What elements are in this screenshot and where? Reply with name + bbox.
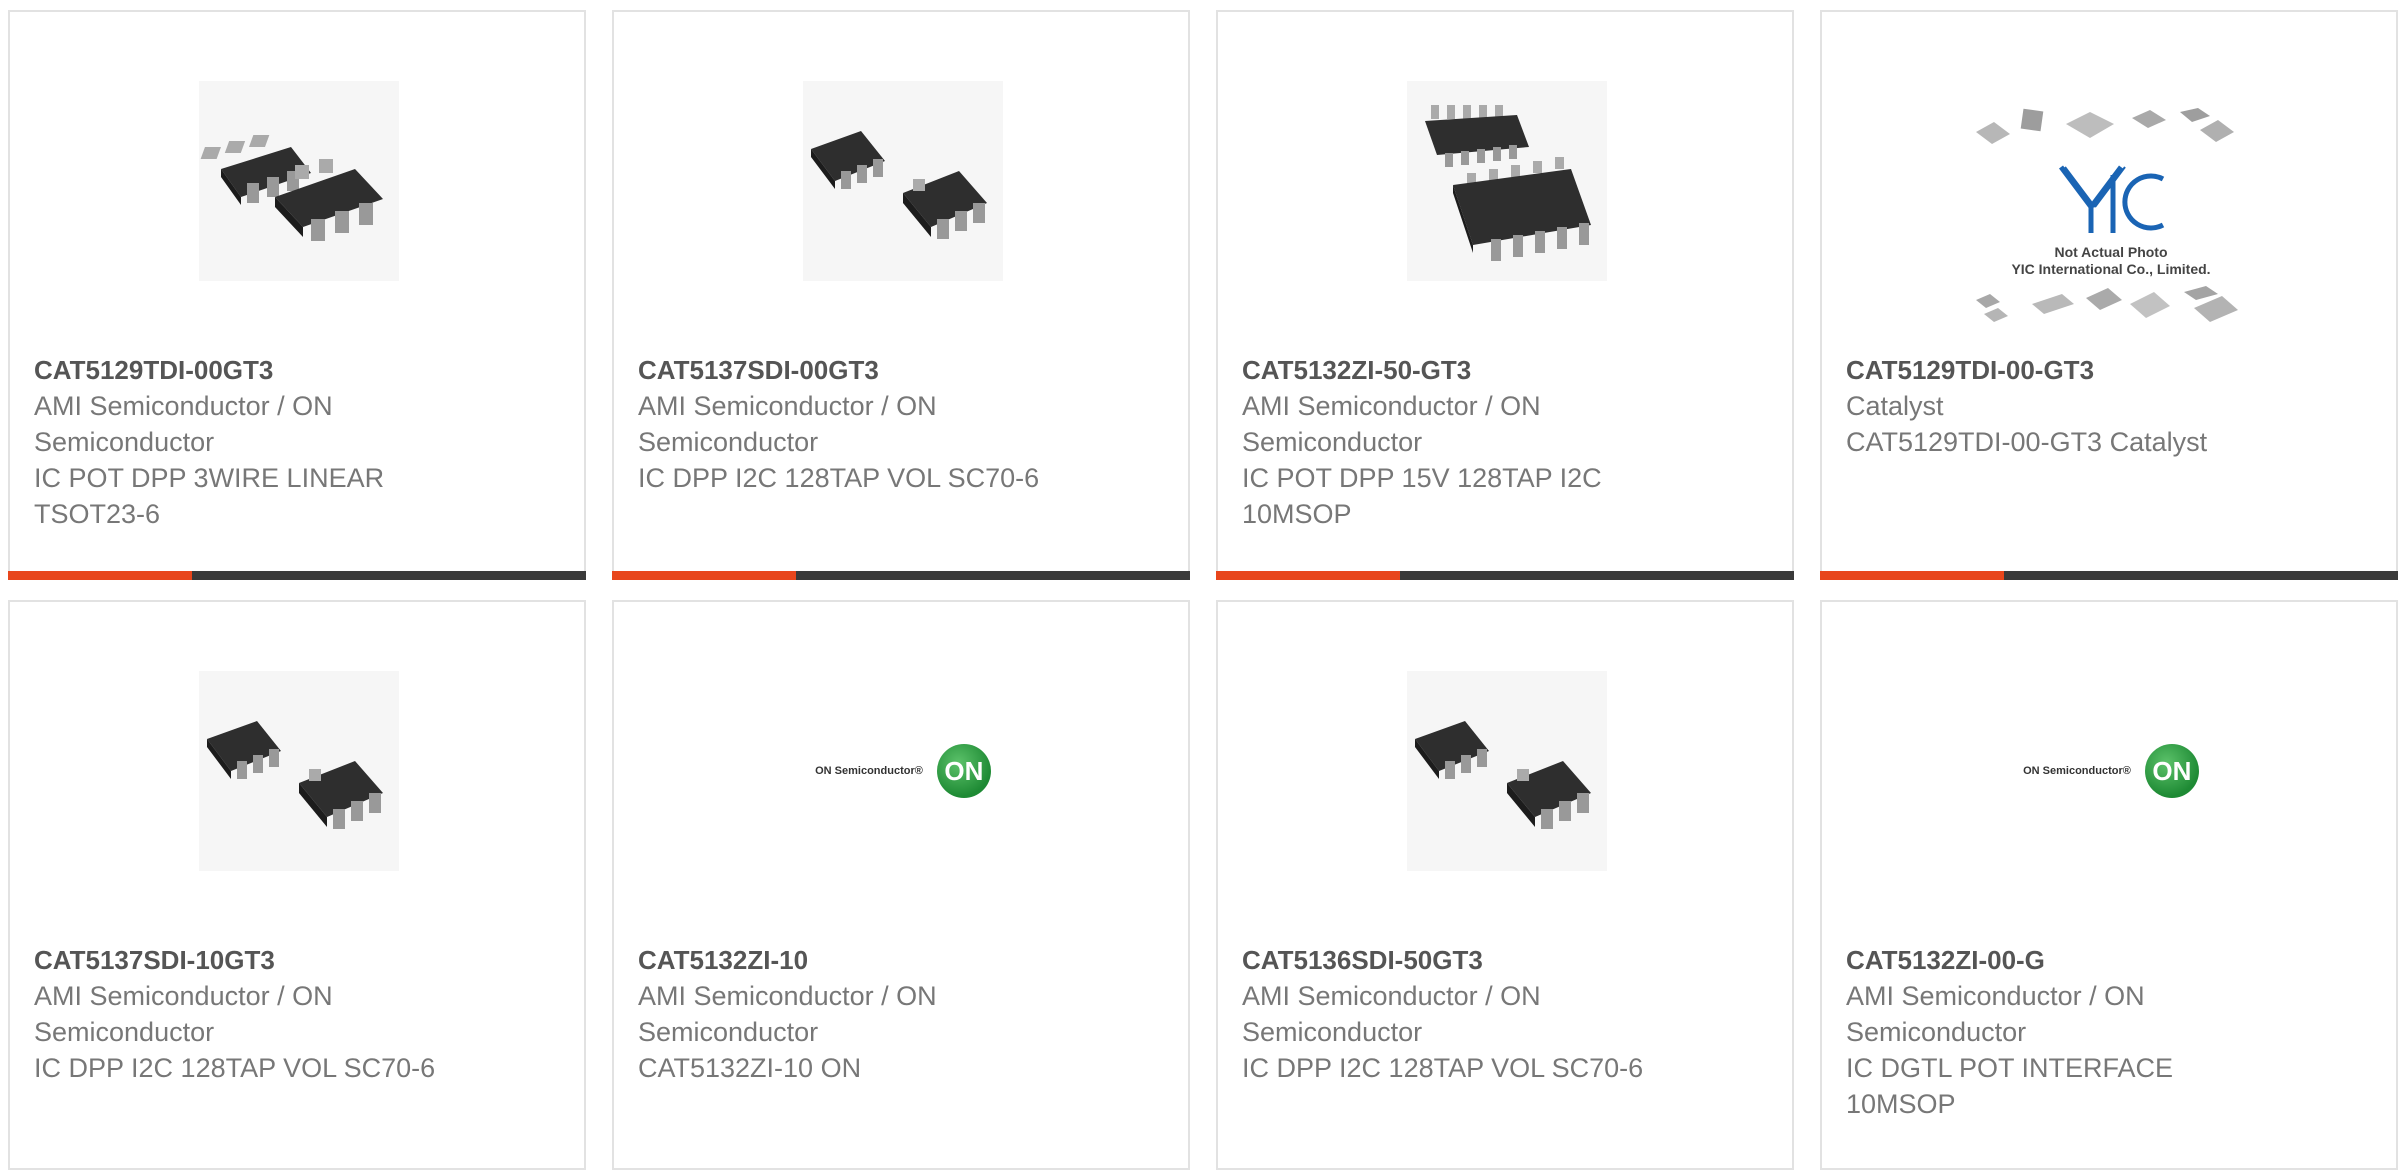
description: IC POT DPP 3WIRE LINEAR TSOT23-6 bbox=[34, 463, 385, 529]
product-image[interactable] bbox=[1406, 80, 1608, 282]
product-image[interactable] bbox=[1406, 670, 1608, 872]
part-number[interactable]: CAT5132ZI-00-G bbox=[1846, 942, 2376, 978]
product-card[interactable]: CAT5137SDI-10GT3 AMI Semiconductor / ON … bbox=[8, 600, 586, 1170]
card-accent bbox=[1820, 571, 2004, 580]
description: IC DGTL POT INTERFACE 10MSOP bbox=[1846, 1053, 2174, 1119]
product-image[interactable] bbox=[802, 80, 1004, 282]
card-bottom-bar bbox=[1820, 571, 2398, 580]
manufacturer: AMI Semiconductor / ON Semiconductor bbox=[1846, 981, 2145, 1047]
manufacturer: AMI Semiconductor / ON Semiconductor bbox=[638, 391, 937, 457]
product-card[interactable]: ON Semiconductor® ON CAT5132ZI-10 AMI Se… bbox=[612, 600, 1190, 1170]
product-info: CAT5129TDI-00-GT3 Catalyst CAT5129TDI-00… bbox=[1846, 352, 2376, 460]
sc70-6-chip-icon bbox=[803, 81, 1003, 281]
product-card[interactable]: CAT5129TDI-00GT3 AMI Semiconductor / ON … bbox=[8, 10, 586, 580]
sc70-6-chip-icon bbox=[199, 671, 399, 871]
product-card[interactable]: CAT5137SDI-00GT3 AMI Semiconductor / ON … bbox=[612, 10, 1190, 580]
placeholder-company: YIC International Co., Limited. bbox=[2011, 260, 2211, 277]
product-info: CAT5136SDI-50GT3 AMI Semiconductor / ON … bbox=[1242, 942, 1772, 1086]
product-card[interactable]: ON Semiconductor® ON CAT5132ZI-00-G AMI … bbox=[1820, 600, 2398, 1170]
card-accent bbox=[612, 571, 796, 580]
part-number[interactable]: CAT5132ZI-50-GT3 bbox=[1242, 352, 1772, 388]
product-image[interactable]: ON Semiconductor® ON bbox=[2010, 670, 2212, 872]
on-semiconductor-logo: ON Semiconductor® ON bbox=[2023, 744, 2199, 798]
manufacturer: AMI Semiconductor / ON Semiconductor bbox=[34, 981, 333, 1047]
component-thumbnails-icon bbox=[1976, 285, 2238, 322]
description: IC DPP I2C 128TAP VOL SC70-6 bbox=[638, 463, 1040, 493]
not-actual-photo-placeholder: Not Actual Photo YIC International Co., … bbox=[1966, 104, 2256, 333]
sot23-6-chip-icon bbox=[199, 81, 399, 281]
product-card[interactable]: CAT5132ZI-50-GT3 AMI Semiconductor / ON … bbox=[1216, 10, 1794, 580]
card-bottom-bar bbox=[1216, 571, 1794, 580]
part-number[interactable]: CAT5137SDI-00GT3 bbox=[638, 352, 1168, 388]
sc70-6-chip-icon bbox=[1407, 671, 1607, 871]
msop-10-chip-icon bbox=[1407, 81, 1607, 281]
manufacturer: AMI Semiconductor / ON Semiconductor bbox=[1242, 391, 1541, 457]
description: IC POT DPP 15V 128TAP I2C 10MSOP bbox=[1242, 463, 1602, 529]
part-number[interactable]: CAT5129TDI-00GT3 bbox=[34, 352, 564, 388]
on-semiconductor-logo: ON Semiconductor® ON bbox=[815, 744, 991, 798]
product-card[interactable]: Not Actual Photo YIC International Co., … bbox=[1820, 10, 2398, 580]
product-info: CAT5132ZI-50-GT3 AMI Semiconductor / ON … bbox=[1242, 352, 1772, 532]
card-bottom-bar bbox=[8, 571, 586, 580]
on-badge-icon: ON bbox=[2144, 744, 2199, 798]
manufacturer: AMI Semiconductor / ON Semiconductor bbox=[1242, 981, 1541, 1047]
part-number[interactable]: CAT5136SDI-50GT3 bbox=[1242, 942, 1772, 978]
on-badge-icon: ON bbox=[936, 744, 991, 798]
product-info: CAT5137SDI-10GT3 AMI Semiconductor / ON … bbox=[34, 942, 564, 1086]
part-number[interactable]: CAT5132ZI-10 bbox=[638, 942, 1168, 978]
manufacturer: Catalyst bbox=[1846, 391, 1944, 421]
product-info: CAT5132ZI-10 AMI Semiconductor / ON Semi… bbox=[638, 942, 1168, 1086]
component-thumbnails-icon bbox=[1976, 107, 2234, 144]
placeholder-caption: Not Actual Photo bbox=[2054, 243, 2168, 260]
description: CAT5129TDI-00-GT3 Catalyst bbox=[1846, 427, 2208, 457]
card-bottom-bar bbox=[612, 571, 1190, 580]
logo-wordmark: ON Semiconductor® bbox=[2023, 765, 2131, 777]
manufacturer: AMI Semiconductor / ON Semiconductor bbox=[34, 391, 333, 457]
product-card[interactable]: CAT5136SDI-50GT3 AMI Semiconductor / ON … bbox=[1216, 600, 1794, 1170]
card-accent bbox=[8, 571, 192, 580]
product-info: CAT5132ZI-00-G AMI Semiconductor / ON Se… bbox=[1846, 942, 2376, 1122]
description: IC DPP I2C 128TAP VOL SC70-6 bbox=[34, 1053, 436, 1083]
logo-wordmark: ON Semiconductor® bbox=[815, 765, 923, 777]
description: CAT5132ZI-10 ON bbox=[638, 1053, 862, 1083]
product-info: CAT5129TDI-00GT3 AMI Semiconductor / ON … bbox=[34, 352, 564, 532]
part-number[interactable]: CAT5129TDI-00-GT3 bbox=[1846, 352, 2376, 388]
manufacturer: AMI Semiconductor / ON Semiconductor bbox=[638, 981, 937, 1047]
product-image[interactable] bbox=[198, 80, 400, 282]
product-image[interactable] bbox=[198, 670, 400, 872]
card-accent bbox=[1216, 571, 1400, 580]
product-info: CAT5137SDI-00GT3 AMI Semiconductor / ON … bbox=[638, 352, 1168, 496]
yic-logo-icon bbox=[2059, 165, 2165, 233]
part-number[interactable]: CAT5137SDI-10GT3 bbox=[34, 942, 564, 978]
product-image[interactable]: ON Semiconductor® ON bbox=[802, 670, 1004, 872]
description: IC DPP I2C 128TAP VOL SC70-6 bbox=[1242, 1053, 1644, 1083]
product-image[interactable]: Not Actual Photo YIC International Co., … bbox=[1966, 98, 2256, 338]
